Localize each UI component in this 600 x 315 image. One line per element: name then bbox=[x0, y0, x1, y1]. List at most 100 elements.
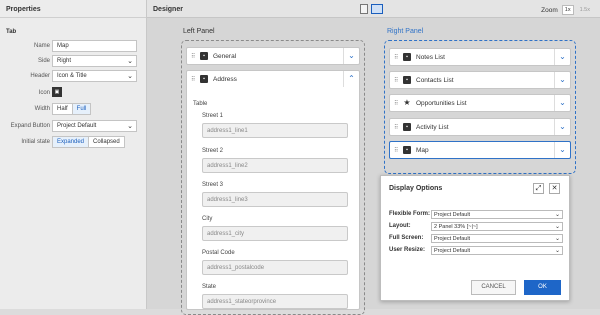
drag-handle-icon[interactable]: ⠿ bbox=[394, 124, 398, 131]
tab-map[interactable]: ⠿ ▪ Map ⌄ bbox=[389, 141, 571, 159]
width-row: Width Half Full bbox=[0, 103, 146, 116]
chevron-up-icon[interactable]: ⌃ bbox=[343, 71, 359, 87]
drag-handle-icon[interactable]: ⠿ bbox=[394, 77, 398, 84]
flexible-form-label: Flexible Form: bbox=[389, 211, 431, 217]
tab-label: General bbox=[213, 53, 237, 60]
map-icon[interactable]: ▣ bbox=[52, 87, 62, 97]
right-panel: ⠿ ▪ Notes List ⌄ ⠿ ▪ Contacts List ⌄ ⠿ ★… bbox=[384, 40, 576, 174]
name-row: Name Map bbox=[0, 40, 146, 53]
tab-label: Notes List bbox=[416, 54, 445, 61]
table-label: Table bbox=[193, 101, 208, 107]
ok-button[interactable]: OK bbox=[524, 280, 561, 295]
phone-view-icon[interactable] bbox=[360, 4, 368, 14]
layout-select[interactable]: 2 Panel 33% [~|~] ⌄ bbox=[431, 222, 563, 231]
general-icon: ▪ bbox=[200, 52, 208, 60]
city-field[interactable]: address1_city bbox=[202, 226, 348, 241]
tab-activity-list[interactable]: ⠿ ▪ Activity List ⌄ bbox=[389, 118, 571, 136]
full-screen-value: Project Default bbox=[434, 236, 471, 242]
chevron-down-icon[interactable]: ⌄ bbox=[343, 48, 359, 64]
full-screen-label: Full Screen: bbox=[389, 235, 424, 241]
width-full-button[interactable]: Full bbox=[72, 104, 91, 114]
left-panel-title: Left Panel bbox=[183, 28, 215, 35]
user-resize-select[interactable]: Project Default ⌄ bbox=[431, 246, 563, 255]
chevron-down-icon: ⌄ bbox=[127, 73, 133, 80]
right-panel-title: Right Panel bbox=[387, 28, 424, 35]
address-icon: ▪ bbox=[200, 75, 208, 83]
expand-value: Project Default bbox=[57, 123, 97, 129]
header-select[interactable]: Icon & Title ⌄ bbox=[52, 70, 137, 82]
side-label: Side bbox=[37, 58, 50, 64]
layout-row: Layout: 2 Panel 33% [~|~] ⌄ bbox=[389, 222, 564, 232]
tab-contacts-list[interactable]: ⠿ ▪ Contacts List ⌄ bbox=[389, 71, 571, 89]
chevron-down-icon: ⌄ bbox=[127, 58, 133, 65]
chevron-down-icon: ⌄ bbox=[554, 212, 560, 218]
designer-title: Designer bbox=[153, 6, 183, 13]
tab-label: Contacts List bbox=[416, 77, 454, 84]
icon-label: Icon bbox=[38, 90, 50, 96]
chevron-down-icon[interactable]: ⌄ bbox=[554, 72, 570, 88]
header-label: Header bbox=[30, 73, 50, 79]
street3-field[interactable]: address1_line3 bbox=[202, 192, 348, 207]
user-resize-row: User Resize: Project Default ⌄ bbox=[389, 246, 564, 256]
section-tab-label: Tab bbox=[6, 29, 17, 35]
state-label: State bbox=[202, 284, 217, 290]
zoom-label: Zoom bbox=[541, 6, 558, 14]
expand-row: Expand Button Project Default ⌄ bbox=[0, 120, 146, 133]
designer-header: Designer Zoom 1x 1.5x bbox=[147, 0, 600, 18]
chevron-down-icon[interactable]: ⌄ bbox=[554, 142, 570, 158]
street2-field[interactable]: address1_line2 bbox=[202, 158, 348, 173]
user-resize-value: Project Default bbox=[434, 248, 471, 254]
dialog-title: Display Options bbox=[389, 185, 443, 192]
initial-state-toggle: Expanded Collapsed bbox=[52, 136, 125, 148]
side-select[interactable]: Right ⌄ bbox=[52, 55, 137, 67]
close-icon[interactable]: ✕ bbox=[549, 183, 560, 194]
device-toggle bbox=[360, 4, 383, 14]
drag-handle-icon[interactable]: ⠿ bbox=[394, 100, 398, 107]
tab-general[interactable]: ⠿ ▪ General ⌄ bbox=[186, 47, 360, 65]
full-screen-row: Full Screen: Project Default ⌄ bbox=[389, 234, 564, 244]
initial-row: Initial state Expanded Collapsed bbox=[0, 136, 146, 149]
chevron-down-icon[interactable]: ⌄ bbox=[554, 49, 570, 65]
name-input[interactable]: Map bbox=[52, 40, 137, 52]
city-label: City bbox=[202, 216, 213, 222]
tab-label: Opportunities List bbox=[416, 100, 467, 107]
notes-icon: ▪ bbox=[403, 53, 411, 61]
drag-handle-icon[interactable]: ⠿ bbox=[191, 53, 195, 60]
left-panel: ⠿ ▪ General ⌄ ⠿ ▪ Address ⌃ Table Street… bbox=[181, 40, 365, 315]
street1-field[interactable]: address1_line1 bbox=[202, 123, 348, 138]
drag-handle-icon[interactable]: ⠿ bbox=[394, 147, 398, 154]
flexible-form-select[interactable]: Project Default ⌄ bbox=[431, 210, 563, 219]
tablet-view-icon[interactable] bbox=[371, 4, 383, 14]
full-screen-select[interactable]: Project Default ⌄ bbox=[431, 234, 563, 243]
chevron-down-icon: ⌄ bbox=[554, 248, 560, 254]
drag-handle-icon[interactable]: ⠿ bbox=[394, 54, 398, 61]
tab-opportunities-list[interactable]: ⠿ ★ Opportunities List ⌄ bbox=[389, 94, 571, 112]
header-row: Header Icon & Title ⌄ bbox=[0, 70, 146, 83]
chevron-down-icon: ⌄ bbox=[554, 236, 560, 242]
expanded-button[interactable]: Expanded bbox=[53, 137, 90, 147]
zoom-1-5x-button[interactable]: 1.5x bbox=[578, 6, 592, 14]
expand-select[interactable]: Project Default ⌄ bbox=[52, 120, 137, 132]
chevron-down-icon[interactable]: ⌄ bbox=[554, 95, 570, 111]
chevron-down-icon[interactable]: ⌄ bbox=[554, 119, 570, 135]
collapsed-button[interactable]: Collapsed bbox=[89, 137, 124, 147]
side-row: Side Right ⌄ bbox=[0, 55, 146, 68]
state-field[interactable]: address1_stateorprovince bbox=[202, 294, 348, 309]
zoom-1x-button[interactable]: 1x bbox=[561, 5, 574, 15]
expand-label: Expand Button bbox=[10, 123, 50, 129]
properties-panel: Properties Tab Name Map Side Right ⌄ Head… bbox=[0, 0, 147, 309]
width-half-button[interactable]: Half bbox=[53, 104, 73, 114]
expand-icon[interactable]: ⤢ bbox=[533, 183, 544, 194]
tab-notes-list[interactable]: ⠿ ▪ Notes List ⌄ bbox=[389, 48, 571, 66]
chevron-down-icon: ⌄ bbox=[554, 224, 560, 230]
initial-label: Initial state bbox=[21, 139, 50, 145]
flexible-form-value: Project Default bbox=[434, 212, 471, 218]
width-toggle: Half Full bbox=[52, 103, 92, 115]
tab-address[interactable]: ⠿ ▪ Address ⌃ Table Street 1 address1_li… bbox=[186, 70, 360, 310]
cancel-button[interactable]: CANCEL bbox=[471, 280, 516, 295]
postal-code-field[interactable]: address1_postalcode bbox=[202, 260, 348, 275]
street3-label: Street 3 bbox=[202, 182, 224, 188]
tab-label: Address bbox=[213, 76, 237, 83]
layout-value: 2 Panel 33% [~|~] bbox=[434, 224, 478, 230]
drag-handle-icon[interactable]: ⠿ bbox=[191, 76, 195, 83]
